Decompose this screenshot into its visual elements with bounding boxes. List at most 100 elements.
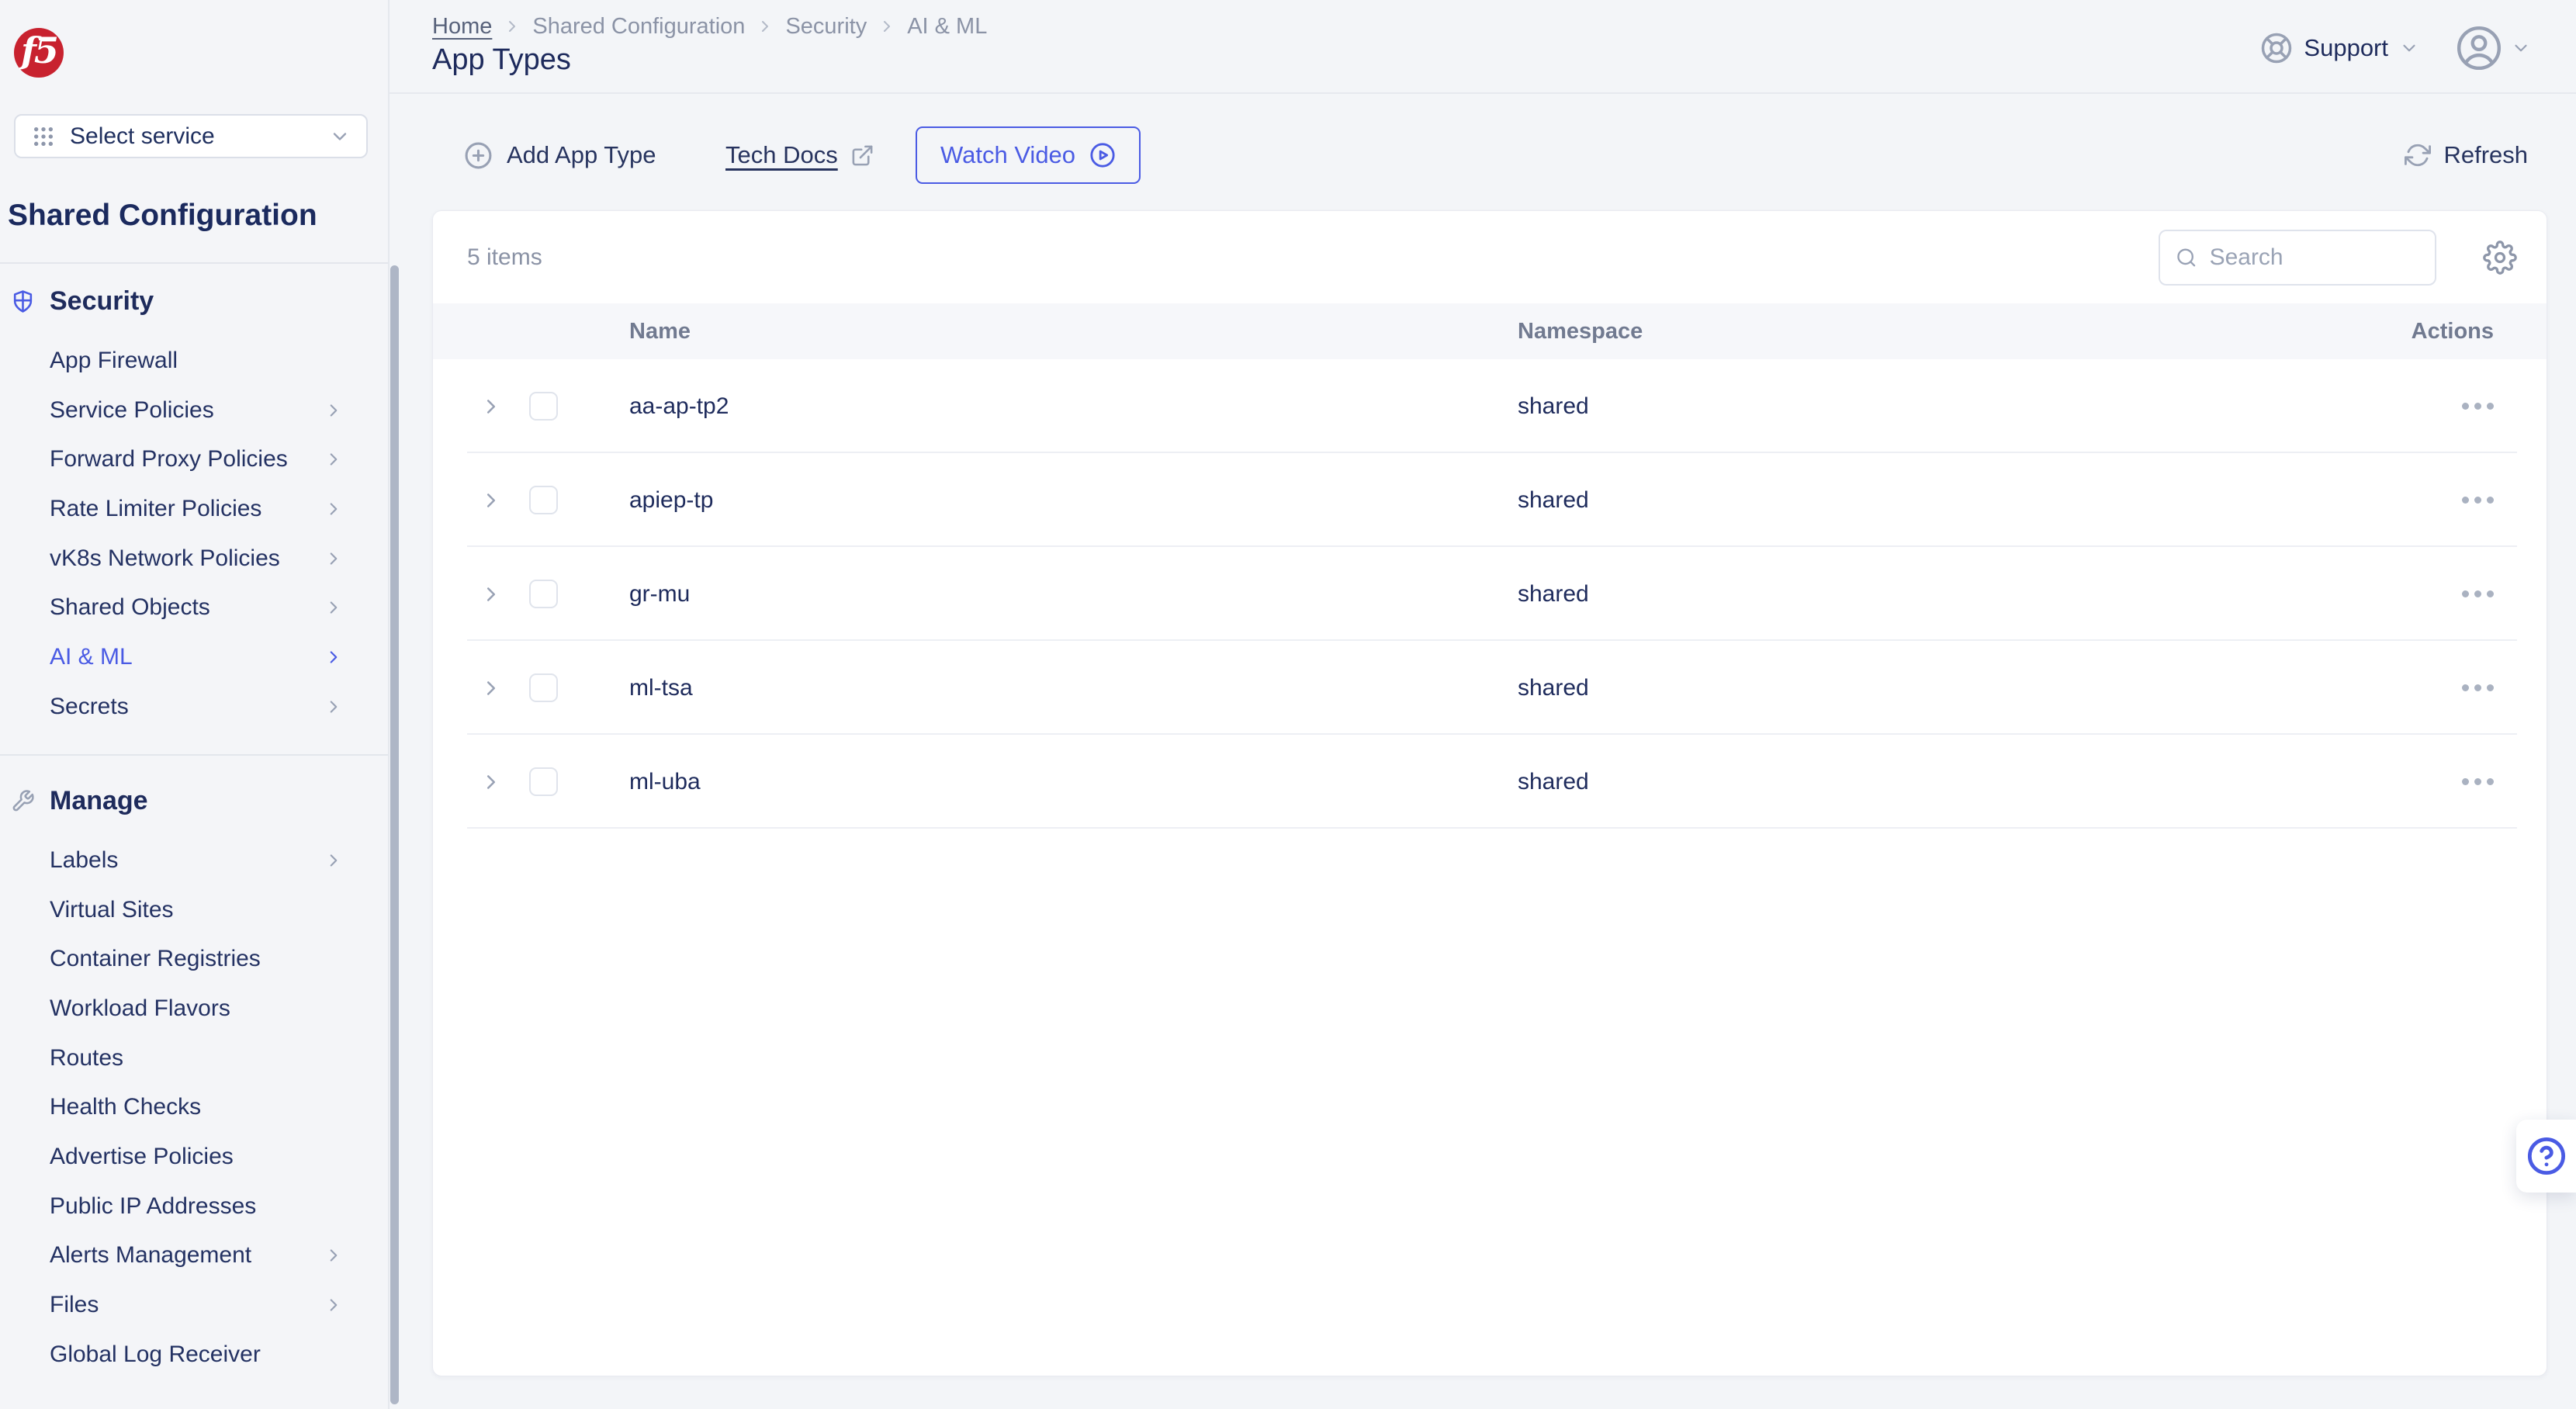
sidebar-item[interactable]: Virtual Sites xyxy=(0,885,388,935)
sidebar-item[interactable]: Container Registries xyxy=(0,934,388,984)
table-row[interactable]: aa-ap-tp2 shared xyxy=(433,359,2547,453)
gear-icon xyxy=(2483,241,2517,275)
sidebar-item[interactable]: Alerts Management xyxy=(0,1231,388,1281)
sidebar-item-label: Container Registries xyxy=(50,946,261,972)
sidebar-nav-manage: Manage Labels Virtual Sites Container Re… xyxy=(0,777,388,1380)
account-menu[interactable] xyxy=(2455,24,2531,72)
row-checkbox[interactable] xyxy=(529,767,558,796)
sidebar-item[interactable]: Files xyxy=(0,1280,388,1330)
sidebar: f5 Select service Shared Configuration S… xyxy=(0,0,390,1409)
question-circle-icon xyxy=(2526,1136,2567,1176)
table-row[interactable]: gr-mu shared xyxy=(433,547,2547,641)
sidebar-item-label: Service Policies xyxy=(50,397,214,424)
table-row[interactable]: ml-tsa shared xyxy=(433,641,2547,735)
section-title: Security xyxy=(50,286,154,317)
refresh-button[interactable]: Refresh xyxy=(2405,124,2528,186)
row-expand-icon[interactable] xyxy=(480,489,503,512)
table-body: aa-ap-tp2 shared apiep-tp shared xyxy=(433,359,2547,829)
add-app-type-button[interactable]: Add App Type xyxy=(464,124,656,186)
sidebar-item[interactable]: Rate Limiter Policies xyxy=(0,484,388,534)
sidebar-item-label: AI & ML xyxy=(50,644,133,670)
row-expand-icon[interactable] xyxy=(480,677,503,700)
sidebar-item[interactable]: App Firewall xyxy=(0,336,388,386)
row-actions-button[interactable] xyxy=(2462,677,2494,699)
chevron-right-icon xyxy=(324,850,344,871)
chevron-down-icon xyxy=(2399,38,2419,58)
sidebar-scrollbar[interactable] xyxy=(390,265,399,1404)
row-name: gr-mu xyxy=(629,581,1518,608)
row-actions-button[interactable] xyxy=(2462,770,2494,793)
chevron-right-icon xyxy=(756,17,774,36)
row-actions-button[interactable] xyxy=(2462,489,2494,511)
row-checkbox[interactable] xyxy=(529,580,558,608)
support-label: Support xyxy=(2304,34,2388,62)
section-header-manage: Manage xyxy=(0,777,388,825)
wrench-icon xyxy=(11,789,35,813)
table-row[interactable]: apiep-tp shared xyxy=(433,453,2547,547)
row-expand-icon[interactable] xyxy=(480,395,503,418)
divider xyxy=(390,92,2576,94)
row-name: aa-ap-tp2 xyxy=(629,393,1518,420)
sidebar-item[interactable]: Workload Flavors xyxy=(0,984,388,1033)
row-actions-button[interactable] xyxy=(2462,395,2494,417)
watch-video-button[interactable]: Watch Video xyxy=(916,126,1141,184)
select-service-label: Select service xyxy=(70,123,215,150)
row-namespace: shared xyxy=(1518,487,2416,514)
sidebar-item[interactable]: Routes xyxy=(0,1033,388,1083)
breadcrumb-home[interactable]: Home xyxy=(432,14,492,40)
sidebar-item-label: Virtual Sites xyxy=(50,897,174,923)
chevron-right-icon xyxy=(878,17,896,36)
refresh-label: Refresh xyxy=(2443,141,2528,169)
sidebar-item-label: Public IP Addresses xyxy=(50,1193,256,1220)
sidebar-item[interactable]: Labels xyxy=(0,836,388,885)
help-button[interactable] xyxy=(2516,1120,2576,1193)
sidebar-item[interactable]: Global Log Receiver xyxy=(0,1330,388,1380)
sidebar-item[interactable]: Advertise Policies xyxy=(0,1132,388,1182)
breadcrumb-ai-ml[interactable]: AI & ML xyxy=(907,14,987,40)
sidebar-item[interactable]: Public IP Addresses xyxy=(0,1182,388,1231)
sidebar-item[interactable]: Forward Proxy Policies xyxy=(0,434,388,484)
chevron-down-icon xyxy=(2511,38,2531,58)
f5-logo[interactable]: f5 xyxy=(14,28,64,78)
row-name: apiep-tp xyxy=(629,487,1518,514)
sidebar-item-label: Health Checks xyxy=(50,1094,201,1120)
add-app-type-label: Add App Type xyxy=(507,141,656,169)
row-name: ml-tsa xyxy=(629,675,1518,701)
sidebar-item[interactable]: Shared Objects xyxy=(0,583,388,632)
chevron-right-icon xyxy=(324,549,344,569)
search-input[interactable] xyxy=(2210,244,2419,271)
tech-docs-link[interactable]: Tech Docs xyxy=(725,124,874,186)
items-count: 5 items xyxy=(467,244,542,271)
tech-docs-label: Tech Docs xyxy=(725,141,838,169)
row-checkbox[interactable] xyxy=(529,392,558,421)
breadcrumb-security[interactable]: Security xyxy=(785,14,867,40)
sidebar-item[interactable]: Health Checks xyxy=(0,1082,388,1132)
page-title: App Types xyxy=(432,43,571,77)
section-header-security: Security xyxy=(0,277,388,325)
chevron-right-icon xyxy=(324,449,344,469)
row-checkbox[interactable] xyxy=(529,673,558,702)
row-namespace: shared xyxy=(1518,393,2416,420)
breadcrumb-shared-configuration[interactable]: Shared Configuration xyxy=(532,14,745,40)
row-expand-icon[interactable] xyxy=(480,583,503,606)
sidebar-item-label: Files xyxy=(50,1292,99,1318)
row-checkbox[interactable] xyxy=(529,486,558,514)
row-actions-button[interactable] xyxy=(2462,583,2494,605)
table-row[interactable]: ml-uba shared xyxy=(433,735,2547,829)
sidebar-item[interactable]: Secrets xyxy=(0,682,388,732)
sidebar-item[interactable]: AI & ML xyxy=(0,632,388,682)
header-actions: Support xyxy=(2260,23,2531,73)
table-settings-button[interactable] xyxy=(2483,241,2517,275)
sidebar-item-label: Routes xyxy=(50,1045,123,1071)
support-menu[interactable]: Support xyxy=(2260,32,2419,64)
sidebar-item[interactable]: vK8s Network Policies xyxy=(0,534,388,583)
row-expand-icon[interactable] xyxy=(480,770,503,794)
sidebar-item-label: Advertise Policies xyxy=(50,1144,234,1170)
manage-items: Labels Virtual Sites Container Registrie… xyxy=(0,836,388,1380)
sidebar-item-label: Global Log Receiver xyxy=(50,1341,261,1368)
shield-icon xyxy=(11,289,35,313)
security-items: App Firewall Service Policies Forward Pr… xyxy=(0,336,388,732)
sidebar-item-label: Secrets xyxy=(50,694,129,720)
sidebar-item[interactable]: Service Policies xyxy=(0,386,388,435)
select-service-dropdown[interactable]: Select service xyxy=(14,114,368,158)
